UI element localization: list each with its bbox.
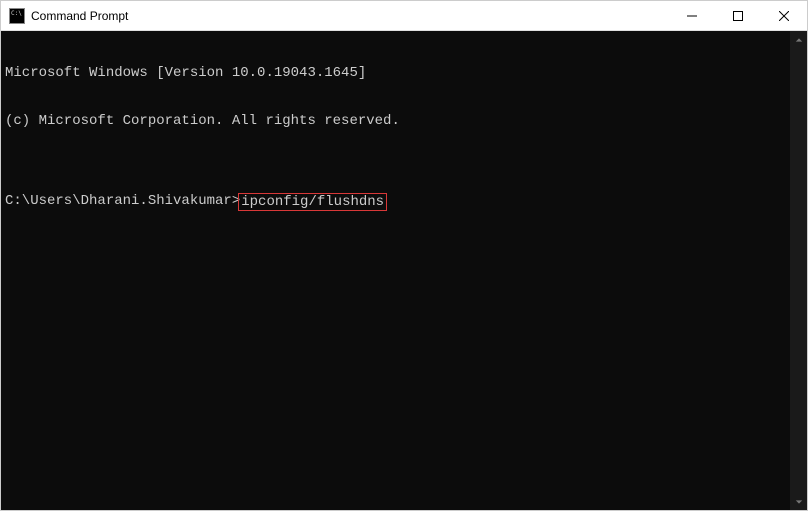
- content-area: Microsoft Windows [Version 10.0.19043.16…: [1, 31, 807, 510]
- scroll-down-button[interactable]: [790, 493, 807, 510]
- terminal-output[interactable]: Microsoft Windows [Version 10.0.19043.16…: [1, 31, 790, 510]
- prompt-line: C:\Users\Dharani.Shivakumar>ipconfig/flu…: [5, 193, 786, 211]
- minimize-icon: [687, 11, 697, 21]
- scroll-track[interactable]: [790, 48, 807, 493]
- maximize-icon: [733, 11, 743, 21]
- prompt-path: C:\Users\Dharani.Shivakumar>: [5, 193, 240, 211]
- maximize-button[interactable]: [715, 1, 761, 31]
- minimize-button[interactable]: [669, 1, 715, 31]
- window-title: Command Prompt: [31, 9, 669, 23]
- window-controls: [669, 1, 807, 30]
- vertical-scrollbar[interactable]: [790, 31, 807, 510]
- scroll-up-button[interactable]: [790, 31, 807, 48]
- close-icon: [779, 11, 789, 21]
- command-highlight: ipconfig/flushdns: [238, 193, 387, 211]
- chevron-up-icon: [795, 36, 803, 44]
- chevron-down-icon: [795, 498, 803, 506]
- command-prompt-window: Command Prompt Microsoft Windows [Versio…: [0, 0, 808, 511]
- app-icon: [9, 8, 25, 24]
- close-button[interactable]: [761, 1, 807, 31]
- copyright-line: (c) Microsoft Corporation. All rights re…: [5, 113, 786, 129]
- titlebar[interactable]: Command Prompt: [1, 1, 807, 31]
- command-text: ipconfig/flushdns: [241, 194, 384, 210]
- version-line: Microsoft Windows [Version 10.0.19043.16…: [5, 65, 786, 81]
